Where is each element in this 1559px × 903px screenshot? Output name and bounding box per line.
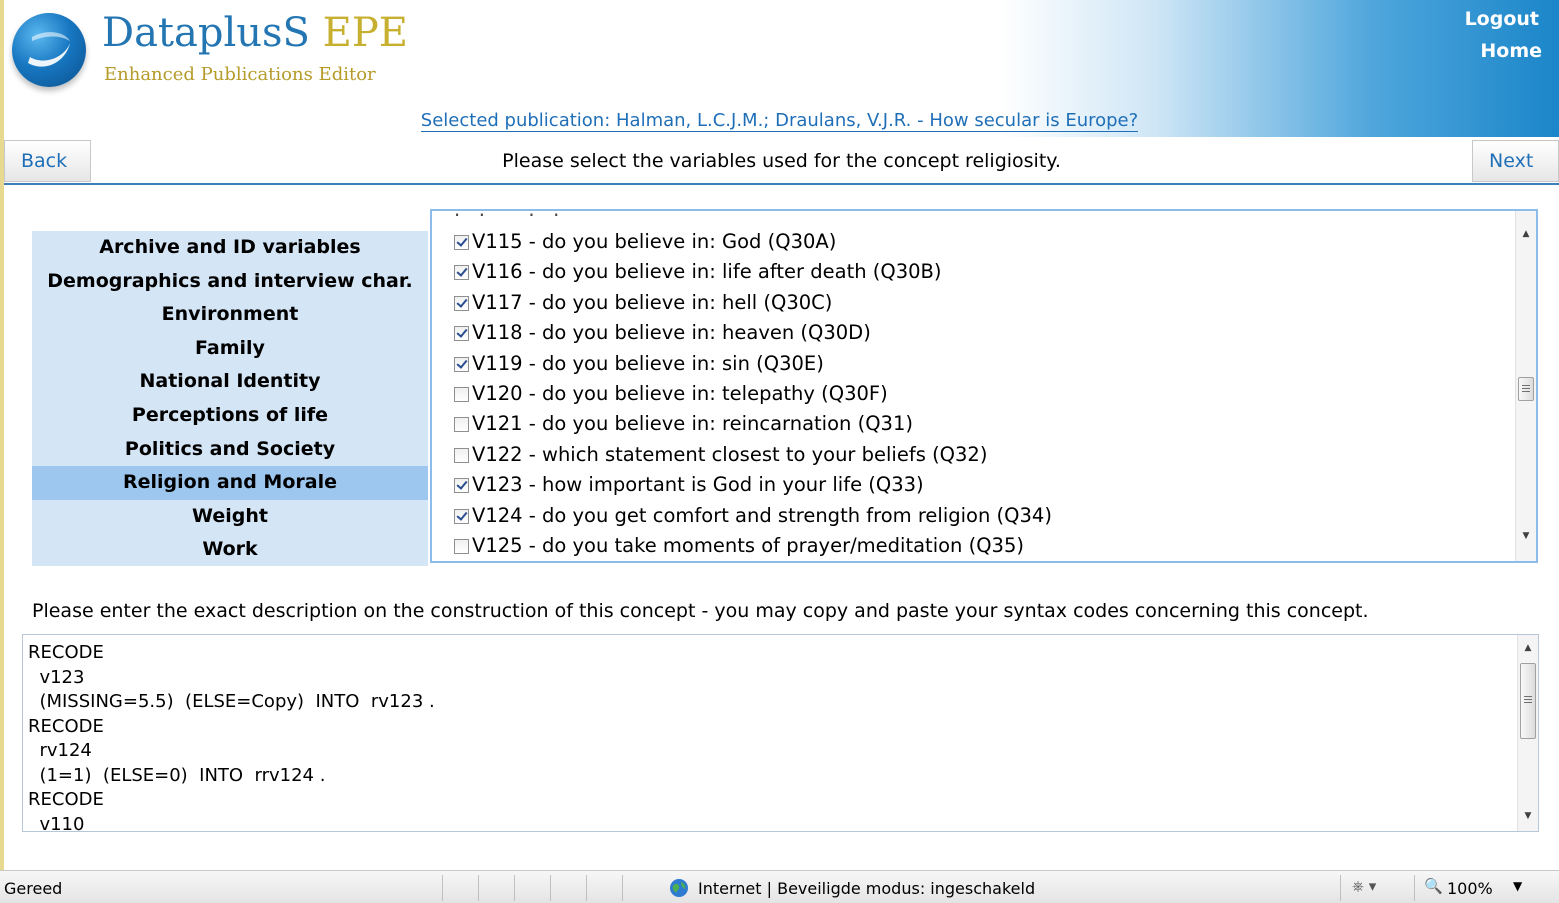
status-text: Gereed — [4, 879, 63, 898]
zoom-icon[interactable]: 🔍 — [1424, 877, 1443, 895]
syntax-text[interactable]: RECODE v123 (MISSING=5.5) (ELSE=Copy) IN… — [28, 641, 435, 831]
scroll-up-arrow-icon[interactable]: ▲ — [1516, 225, 1536, 243]
action-bar: Please select the variables used for the… — [4, 137, 1559, 185]
category-item[interactable]: Work — [32, 533, 428, 567]
variable-label: V122 - which statement closest to your b… — [472, 442, 988, 466]
security-zone-text: Internet | Beveiligde modus: ingeschakel… — [698, 879, 1036, 898]
category-item[interactable]: Family — [32, 332, 428, 366]
category-item[interactable]: Politics and Society — [32, 433, 428, 467]
category-item[interactable]: Religion and Morale — [32, 466, 428, 500]
selected-publication: Selected publication: Halman, L.C.J.M.; … — [0, 110, 1559, 132]
variable-label: V123 - how important is God in your life… — [472, 473, 924, 497]
instruction-text: Please select the variables used for the… — [502, 150, 1061, 172]
variable-checkbox[interactable] — [454, 417, 469, 433]
variable-label: V125 - do you take moments of prayer/med… — [472, 534, 1024, 557]
variable-label: V117 - do you believe in: hell (Q30C) — [472, 290, 833, 314]
variable-list-scroll-thumb[interactable] — [1518, 377, 1534, 401]
selected-publication-text: Selected publication: Halman, L.C.J.M.; … — [420, 110, 1139, 132]
variable-label: V124 - do you get comfort and strength f… — [472, 503, 1052, 527]
variable-row[interactable]: V124 - do you get comfort and strength f… — [454, 501, 1052, 531]
category-item[interactable]: National Identity — [32, 365, 428, 399]
variable-label: V115 - do you believe in: God (Q30A) — [472, 230, 837, 253]
variable-checkbox[interactable] — [454, 295, 469, 311]
description-label: Please enter the exact description on th… — [32, 600, 1369, 622]
variable-row[interactable]: V121 - do you believe in: reincarnation … — [454, 409, 913, 439]
back-button[interactable]: Back — [4, 140, 91, 182]
category-item[interactable]: Environment — [32, 298, 428, 332]
protected-mode-icon[interactable]: ⎈ ▾ — [1352, 877, 1376, 895]
variable-label: V120 - do you believe in: telepathy (Q30… — [472, 382, 888, 405]
variable-label: V119 - do you believe in: sin (Q30E) — [472, 351, 824, 375]
next-button[interactable]: Next — [1472, 140, 1559, 182]
variable-checkbox[interactable] — [454, 356, 469, 372]
internet-globe-icon — [669, 878, 689, 898]
variable-label: V118 - do you believe in: heaven (Q30D) — [472, 321, 871, 345]
category-item[interactable]: Archive and ID variables — [32, 231, 428, 265]
category-item[interactable]: Weight — [32, 500, 428, 534]
clipped-variable-row: . . . . — [454, 209, 572, 221]
syntax-scroll-up-arrow-icon[interactable]: ▲ — [1518, 639, 1538, 657]
category-item[interactable]: Demographics and interview char. — [32, 265, 428, 299]
variable-checkbox[interactable] — [454, 387, 469, 402]
variable-row[interactable]: V122 - which statement closest to your b… — [454, 440, 987, 470]
brand-title-accent: EPE — [322, 10, 408, 56]
variable-checkbox[interactable] — [454, 478, 469, 494]
variable-checkbox[interactable] — [454, 447, 469, 463]
zoom-level[interactable]: 100% — [1447, 879, 1493, 898]
logo-orb-icon — [12, 13, 86, 87]
scroll-down-arrow-icon[interactable]: ▼ — [1516, 527, 1536, 545]
browser-status-bar: Gereed Internet | Beveiligde modus: inge… — [0, 870, 1559, 903]
variable-row[interactable]: V120 - do you believe in: telepathy (Q30… — [454, 379, 888, 409]
variable-label: V116 - do you believe in: life after dea… — [472, 260, 942, 284]
home-link[interactable]: Home — [1480, 40, 1542, 62]
variable-row[interactable]: V123 - how important is God in your life… — [454, 470, 924, 500]
brand-subtitle: Enhanced Publications Editor — [104, 64, 376, 85]
brand-title-main: DataplusS — [102, 10, 310, 56]
zoom-dropdown-icon[interactable]: ▼ — [1513, 879, 1522, 893]
variable-checkbox[interactable] — [454, 508, 469, 524]
variable-row[interactable]: V119 - do you believe in: sin (Q30E) — [454, 349, 824, 379]
variable-checkbox[interactable] — [454, 326, 469, 342]
syntax-scroll-down-arrow-icon[interactable]: ▼ — [1518, 807, 1538, 825]
variable-row[interactable]: V125 - do you take moments of prayer/med… — [454, 531, 1024, 561]
brand-title: DataplusS EPE — [102, 10, 408, 56]
category-list: Archive and ID variables Demographics and… — [32, 231, 428, 566]
variable-row[interactable]: V117 - do you believe in: hell (Q30C) — [454, 288, 832, 318]
variable-row[interactable]: V115 - do you believe in: God (Q30A) — [454, 227, 836, 257]
variable-list-scrollbar[interactable]: ▲ ▼ — [1515, 211, 1536, 561]
syntax-textarea[interactable]: RECODE v123 (MISSING=5.5) (ELSE=Copy) IN… — [22, 634, 1539, 832]
syntax-scroll-thumb[interactable] — [1520, 663, 1536, 739]
variable-list-box[interactable]: . . . . V115 - do you believe in: God (Q… — [430, 209, 1538, 563]
variable-checkbox[interactable] — [454, 265, 469, 281]
variable-checkbox[interactable] — [454, 539, 469, 554]
syntax-scrollbar[interactable]: ▲ ▼ — [1517, 635, 1538, 831]
variable-row[interactable]: V118 - do you believe in: heaven (Q30D) — [454, 318, 871, 348]
logout-link[interactable]: Logout — [1465, 8, 1539, 30]
variable-row[interactable]: V116 - do you believe in: life after dea… — [454, 257, 942, 287]
variable-checkbox[interactable] — [454, 235, 469, 250]
variable-label: V121 - do you believe in: reincarnation … — [472, 412, 913, 436]
category-item[interactable]: Perceptions of life — [32, 399, 428, 433]
